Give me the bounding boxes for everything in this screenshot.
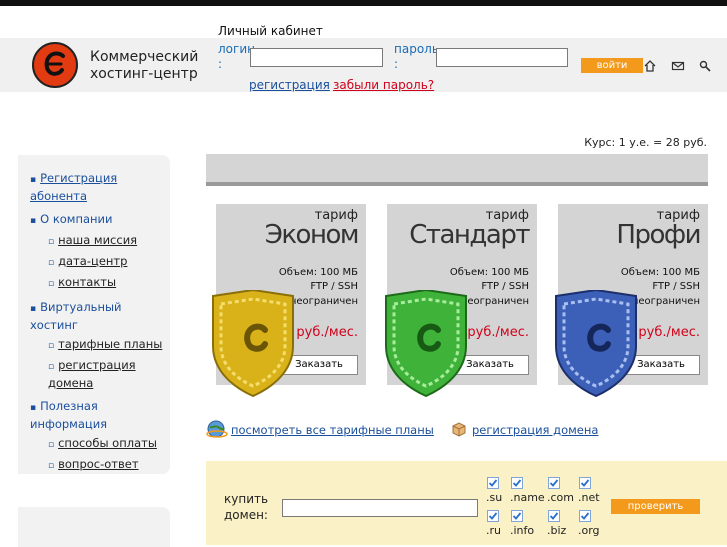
tld-label: .org xyxy=(578,524,600,537)
menu-label-hosting[interactable]: Виртуальный хостинг xyxy=(30,300,122,332)
submenu-item: ▫ тарифные планы xyxy=(30,336,164,354)
tariff-name: Эконом xyxy=(264,220,360,250)
tariff-volume: Объем: 100 МБ xyxy=(449,267,529,278)
shield-icon xyxy=(385,290,467,398)
shield-icon xyxy=(212,290,294,398)
submenu-item: ▫ наша миссия xyxy=(30,232,164,250)
submenu-item: ▫ контакты xyxy=(30,274,164,292)
tariff-ftp: FTP / SSH xyxy=(652,281,700,292)
bullet-icon: ▫ xyxy=(48,258,55,268)
tld-checkbox-ru[interactable] xyxy=(487,510,499,522)
bullet-icon: ▫ xyxy=(48,362,55,372)
bullet-icon: ▪ xyxy=(30,304,37,314)
checkmark-icon xyxy=(488,512,498,520)
brand-line-1: Коммерческий xyxy=(90,49,199,65)
home-icon[interactable] xyxy=(643,59,657,73)
submenu-link-mission[interactable]: наша миссия xyxy=(58,233,137,247)
tld-checkbox-net[interactable] xyxy=(579,477,591,489)
shield-icon xyxy=(555,290,637,398)
checkmark-icon xyxy=(549,512,559,520)
menu-label-about[interactable]: О компании xyxy=(40,212,112,226)
submenu-link-datacenter[interactable]: дата-центр xyxy=(58,254,127,268)
menu-item-registration: ▪ Регистрация абонента xyxy=(30,170,164,204)
tariff-name: Профи xyxy=(616,220,701,250)
buy-domain-label-line1: купить xyxy=(224,492,269,506)
tariff-ftp: FTP / SSH xyxy=(310,281,358,292)
logo-icon[interactable] xyxy=(32,42,78,88)
tld-checkbox-su[interactable] xyxy=(487,477,499,489)
tld-label: .ru xyxy=(486,524,501,537)
submenu-link-contacts[interactable]: контакты xyxy=(58,275,116,289)
globe-icon xyxy=(206,420,228,438)
password-input[interactable] xyxy=(436,48,568,67)
checkmark-icon xyxy=(488,479,498,487)
bullet-icon: ▪ xyxy=(30,175,37,185)
bullet-icon: ▫ xyxy=(48,461,55,471)
checkmark-icon xyxy=(580,479,590,487)
menu-item-hosting: ▪ Виртуальный хостинг ▫ тарифные планы ▫ ре… xyxy=(30,299,164,391)
exchange-rate: Курс: 1 у.е. = 28 руб. xyxy=(584,136,707,149)
login-input[interactable] xyxy=(250,48,383,67)
box-icon xyxy=(452,422,466,437)
bullet-icon: ▪ xyxy=(30,403,37,413)
submenu-item: ▫ вопрос-ответ xyxy=(30,456,164,474)
search-icon[interactable] xyxy=(698,59,712,73)
tld-label: .su xyxy=(486,491,503,504)
tld-label: .info xyxy=(510,524,535,537)
menu-link-registration[interactable]: Регистрация абонента xyxy=(30,171,117,203)
menu-item-about: ▪ О компании ▫ наша миссия ▫ дата-центр ▫ ко… xyxy=(30,211,164,292)
domain-registration-link[interactable]: регистрация домена xyxy=(472,423,598,437)
tld-label: .com xyxy=(547,491,574,504)
checkmark-icon xyxy=(549,479,559,487)
bullet-icon: ▫ xyxy=(48,237,55,247)
bullet-icon: ▪ xyxy=(30,216,37,226)
tariff-volume: Объем: 100 МБ xyxy=(620,267,700,278)
bullet-icon: ▫ xyxy=(48,440,55,450)
submenu-link-faq[interactable]: вопрос-ответ xyxy=(58,457,138,471)
tld-checkbox-com[interactable] xyxy=(548,477,560,489)
check-domain-button[interactable]: проверить xyxy=(611,499,700,514)
checkmark-icon xyxy=(512,479,522,487)
checkmark-icon xyxy=(580,512,590,520)
tld-checkbox-biz[interactable] xyxy=(548,510,560,522)
brand-name[interactable]: Коммерческий хостинг-центр xyxy=(90,49,198,83)
password-label: пароль xyxy=(394,42,439,56)
buy-domain-label-line2: домен: xyxy=(224,508,268,522)
forgot-password-link[interactable]: забыли пароль? xyxy=(333,78,434,92)
tariff-name: Стандарт xyxy=(409,220,530,250)
cabinet-title: Личный кабинет xyxy=(218,24,323,38)
tld-checkbox-name[interactable] xyxy=(511,477,523,489)
login-button[interactable]: войти xyxy=(581,58,643,73)
menu-label-info[interactable]: Полезная информация xyxy=(30,399,107,431)
sidebar-menu: ▪ Регистрация абонента ▪ О компании ▫ наша … xyxy=(30,170,164,481)
tld-checkbox-org[interactable] xyxy=(579,510,591,522)
domain-input[interactable] xyxy=(282,499,478,517)
submenu-item: ▫ регистрация домена xyxy=(30,357,164,391)
mail-icon[interactable] xyxy=(671,59,685,73)
top-bar xyxy=(0,0,727,6)
password-label-colon: : xyxy=(394,57,399,71)
bullet-icon: ▫ xyxy=(48,341,55,351)
buy-domain-label: купить домен: xyxy=(224,491,268,523)
tld-label: .name xyxy=(510,491,545,504)
content-header-bar xyxy=(206,154,708,186)
tariff-ftp: FTP / SSH xyxy=(481,281,529,292)
tld-checkbox-info[interactable] xyxy=(511,510,523,522)
submenu-link-payment[interactable]: способы оплаты xyxy=(58,436,157,450)
brand-line-2: хостинг-центр xyxy=(90,66,198,82)
submenu-item: ▫ способы оплаты xyxy=(30,435,164,453)
login-label-colon: : xyxy=(218,57,223,71)
tld-label: .net xyxy=(578,491,600,504)
checkmark-icon xyxy=(512,512,522,520)
submenu-link-domain[interactable]: регистрация домена xyxy=(48,358,136,390)
tariff-volume: Объем: 100 МБ xyxy=(278,267,358,278)
menu-item-info: ▪ Полезная информация ▫ способы оплаты ▫ во… xyxy=(30,398,164,474)
all-plans-link[interactable]: посмотреть все тарифные планы xyxy=(231,423,434,437)
tld-label: .biz xyxy=(547,524,567,537)
register-link[interactable]: регистрация xyxy=(249,78,330,92)
sidebar-lower-panel xyxy=(18,507,170,547)
submenu-link-plans[interactable]: тарифные планы xyxy=(58,337,162,351)
submenu-item: ▫ дата-центр xyxy=(30,253,164,271)
bullet-icon: ▫ xyxy=(48,279,55,289)
